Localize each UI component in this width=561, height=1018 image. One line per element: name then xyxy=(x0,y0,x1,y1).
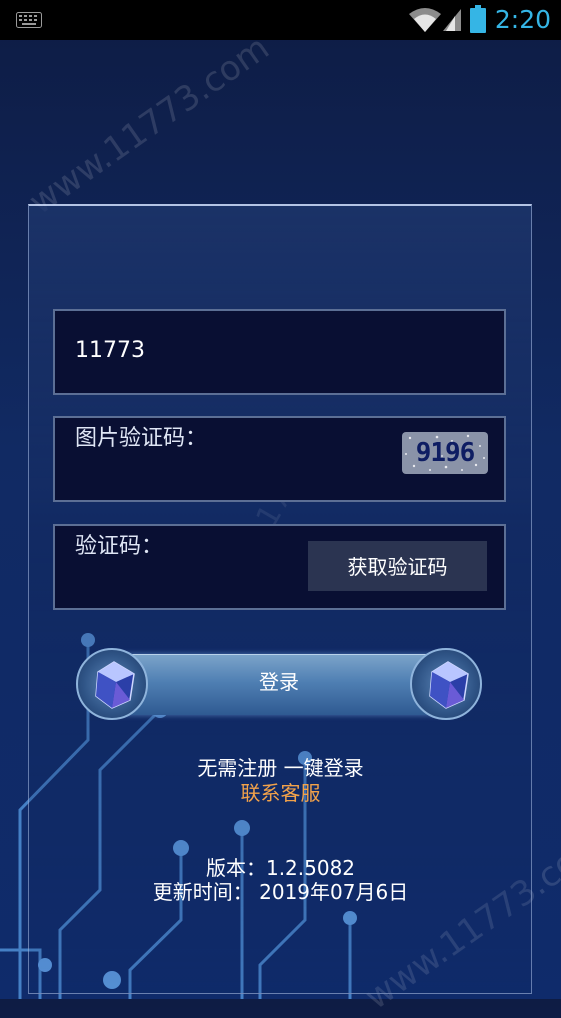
verification-code-field[interactable]: 验证码： 获取验证码 xyxy=(53,524,506,610)
keyboard-icon xyxy=(16,12,42,28)
signal-icon xyxy=(443,9,461,31)
verification-label: 验证码： xyxy=(75,534,164,559)
username-field[interactable]: 11773 xyxy=(53,309,506,395)
get-code-button[interactable]: 获取验证码 xyxy=(308,541,487,591)
captcha-image[interactable]: 9196 xyxy=(402,432,488,474)
watermark-top: www.11773.com xyxy=(22,27,277,223)
wifi-icon xyxy=(409,8,441,32)
captcha-label: 图片验证码： xyxy=(75,426,208,451)
login-button-label: 登录 xyxy=(259,670,299,694)
status-clock: 2:20 xyxy=(494,5,551,34)
battery-icon xyxy=(470,5,486,33)
captcha-field[interactable]: 图片验证码： 9196 xyxy=(53,416,506,502)
status-bar: 2:20 xyxy=(0,0,561,40)
captcha-code: 9196 xyxy=(415,438,476,468)
username-value: 11773 xyxy=(75,338,145,363)
login-button[interactable]: 登录 xyxy=(76,648,482,720)
contact-support-link[interactable]: 联系客服 xyxy=(0,777,561,806)
update-time-text: 更新时间： 2019年07月6日 xyxy=(152,880,409,904)
